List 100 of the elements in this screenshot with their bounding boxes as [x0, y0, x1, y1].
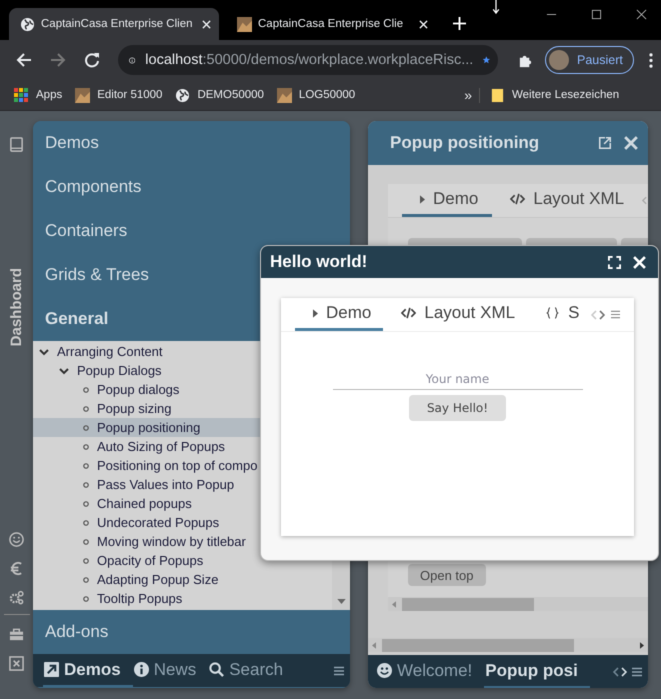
photo-thumbnail-icon	[75, 88, 90, 102]
bullet-icon	[83, 500, 89, 506]
maximize-icon[interactable]	[591, 9, 602, 20]
accordion-section[interactable]: Add-ons	[33, 610, 350, 654]
tab[interactable]: Layout XML	[383, 298, 528, 331]
smiley-icon	[377, 663, 392, 678]
bullet-icon	[83, 424, 89, 430]
play-icon	[313, 308, 318, 318]
menu-icon[interactable]	[334, 666, 344, 676]
code-icon	[401, 307, 416, 319]
tree-item[interactable]: Adapting Popup Size	[97, 572, 218, 587]
tab[interactable]: S	[527, 298, 592, 331]
tree-item[interactable]: Arranging Content	[57, 344, 163, 359]
bullet-icon	[83, 596, 89, 602]
tree-row[interactable]: Chained popups	[33, 494, 332, 513]
accordion-section[interactable]: Demos	[33, 121, 350, 165]
navigator-tab[interactable]: Demos	[43, 654, 133, 687]
say-hello-button[interactable]: Say Hello!	[408, 395, 506, 421]
profile-button[interactable]: Pausiert	[545, 46, 634, 74]
info-icon	[134, 662, 149, 677]
tree-row[interactable]: Tooltip Popups	[33, 589, 332, 608]
tab[interactable]: Layout XML	[492, 184, 638, 217]
tree-item[interactable]: Chained popups	[97, 496, 192, 511]
bullet-icon	[83, 520, 89, 526]
bullet-icon	[83, 444, 89, 450]
chevron-down-icon[interactable]	[39, 346, 49, 356]
scroll-tabs-arrows-icon[interactable]	[613, 666, 627, 676]
tree-item[interactable]: Popup positioning	[97, 420, 200, 435]
tab[interactable]: Demo	[295, 298, 384, 331]
accordion-section[interactable]: Components	[33, 165, 350, 209]
tree-row[interactable]: Auto Sizing of Popups	[33, 437, 332, 456]
external-link-icon[interactable]	[598, 136, 612, 150]
tree-row[interactable]: Undecorated Popups	[33, 513, 332, 532]
globe-icon	[20, 16, 35, 32]
bullet-icon	[83, 538, 89, 544]
fullscreen-icon[interactable]	[608, 256, 621, 268]
scrollbar[interactable]	[388, 597, 648, 611]
scrollbar[interactable]	[368, 638, 648, 652]
browser-tab[interactable]: CaptainCasa Enterprise Clien	[9, 8, 219, 40]
open-top-button[interactable]: Open top	[408, 564, 486, 586]
browser-tab[interactable]: CaptainCasa Enterprise Clie	[226, 8, 436, 40]
chevron-down-icon[interactable]	[59, 366, 69, 376]
bullet-icon	[83, 558, 89, 564]
navigator-tab[interactable]: Search	[208, 654, 296, 687]
tree-row[interactable]: Adapting Popup Size	[33, 570, 332, 589]
new-tab-icon[interactable]	[453, 17, 466, 30]
play-icon	[420, 194, 425, 204]
dashboard-tab[interactable]: Dashboard	[8, 268, 25, 346]
tree-item[interactable]: Auto Sizing of Popups	[97, 439, 225, 454]
tree-row[interactable]: Positioning on top of compo	[33, 456, 332, 475]
close-box-icon[interactable]	[9, 656, 24, 671]
photo-thumbnail-icon	[237, 16, 252, 32]
bookmark[interactable]: DEMO50000	[175, 88, 264, 102]
tablet-icon[interactable]	[9, 137, 24, 152]
bullet-icon	[83, 462, 89, 468]
tree-item[interactable]: Popup Dialogs	[77, 363, 162, 378]
tree-item[interactable]: Undecorated Popups	[97, 515, 220, 530]
tree-row[interactable]: Moving window by titlebar	[33, 532, 332, 551]
tree-row[interactable]: Popup dialogs	[33, 380, 332, 399]
back-arrow-icon[interactable]	[16, 52, 32, 68]
euro-icon[interactable]	[9, 561, 24, 576]
accordion-section[interactable]: Containers	[33, 209, 350, 253]
globe-icon	[175, 88, 190, 102]
bookmark[interactable]: LOG50000	[276, 88, 356, 102]
bookmarks-overflow[interactable]: »	[464, 87, 472, 103]
more-vertical-icon[interactable]	[648, 52, 653, 68]
forward-arrow-icon[interactable]	[50, 52, 66, 68]
tree-item[interactable]: Tooltip Popups	[97, 591, 182, 606]
tree-item[interactable]: Popup dialogs	[97, 382, 180, 397]
avatar-icon	[549, 50, 569, 70]
name-input-field[interactable]: Your name	[332, 368, 582, 390]
bullet-icon	[83, 386, 89, 392]
bookmark[interactable]: Editor 51000	[75, 88, 162, 102]
bookmark-folder[interactable]: Weitere Lesezeichen	[478, 88, 620, 102]
workspace-tab[interactable]: Welcome!	[376, 655, 484, 688]
address-bar[interactable]: localhost:50000/demos/workplace.workplaceRisc...	[118, 45, 498, 75]
reload-icon[interactable]	[84, 52, 100, 68]
tree-item[interactable]: Moving window by titlebar	[97, 534, 246, 549]
close-icon[interactable]	[636, 9, 647, 20]
tree-item[interactable]: Popup sizing	[97, 401, 172, 416]
tree-item[interactable]: Positioning on top of compo	[97, 458, 258, 473]
navigator-tab[interactable]: News	[132, 654, 208, 687]
tree-row[interactable]: Opacity of Popups	[33, 551, 332, 570]
tab[interactable]: Demo	[402, 184, 492, 217]
bullet-icon	[83, 406, 89, 412]
smiley-icon[interactable]	[9, 532, 24, 547]
workspace-tab[interactable]: Popup posi	[484, 655, 590, 688]
toolbox-icon[interactable]	[9, 627, 24, 642]
tree-row[interactable]: Pass Values into Popup	[33, 475, 332, 494]
search-icon	[209, 662, 224, 677]
menu-icon[interactable]	[611, 310, 620, 319]
scroll-tabs-arrows-icon[interactable]	[591, 310, 606, 320]
tree-item[interactable]: Pass Values into Popup	[97, 477, 234, 492]
menu-icon[interactable]	[632, 666, 642, 676]
bookmark[interactable]: Apps	[14, 88, 62, 102]
scroll-down-arrow-icon[interactable]	[336, 599, 346, 604]
tree-item[interactable]: Opacity of Popups	[97, 553, 204, 568]
scroll-right-arrow-icon[interactable]	[640, 642, 644, 648]
tree-row[interactable]: Popup sizing	[33, 399, 332, 418]
gears-icon[interactable]	[9, 590, 24, 605]
